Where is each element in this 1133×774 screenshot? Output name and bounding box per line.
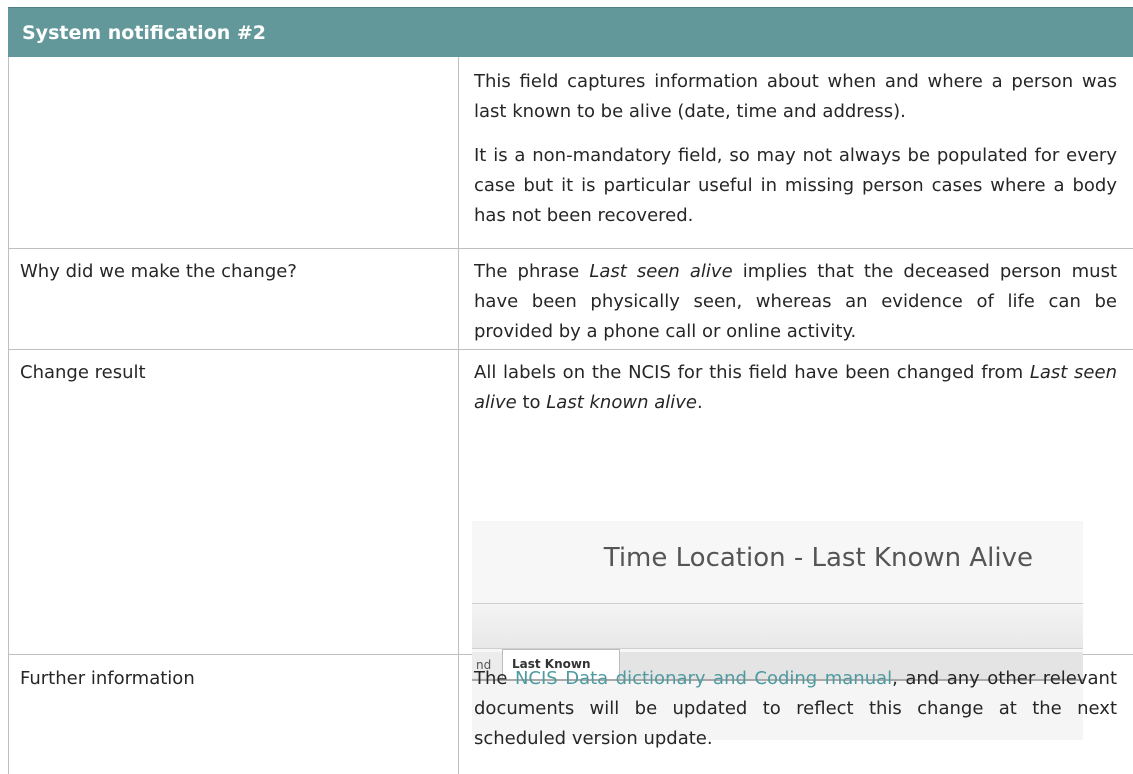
intro-paragraph-2: It is a non-mandatory field, so may not … [474, 145, 1117, 226]
why-label: Why did we make the change? [20, 261, 297, 282]
data-dictionary-link[interactable]: NCIS Data dictionary and Coding manual [515, 668, 892, 689]
intro-paragraph-1: This field captures information about wh… [474, 71, 1117, 122]
row-divider [8, 349, 1133, 350]
screenshot-title: Time Location - Last Known Alive [603, 543, 1033, 573]
column-divider [458, 57, 459, 774]
term-last-known-alive: Last known alive [546, 392, 697, 413]
intro-cell: This field captures information about wh… [474, 67, 1117, 231]
table-left-border [8, 57, 9, 774]
further-label: Further information [20, 668, 195, 689]
screenshot-toolbar [472, 603, 1083, 649]
term-last-seen-alive: Last seen alive [589, 261, 733, 282]
result-text: All labels on the NCIS for this field ha… [474, 362, 1117, 413]
why-text: The phrase Last seen alive implies that … [474, 261, 1118, 342]
row-divider [8, 248, 1133, 249]
notification-title: System notification #2 [22, 22, 267, 44]
notification-header: System notification #2 [8, 7, 1133, 57]
further-text: The NCIS Data dictionary and Coding manu… [474, 668, 1118, 749]
result-label: Change result [20, 362, 146, 383]
